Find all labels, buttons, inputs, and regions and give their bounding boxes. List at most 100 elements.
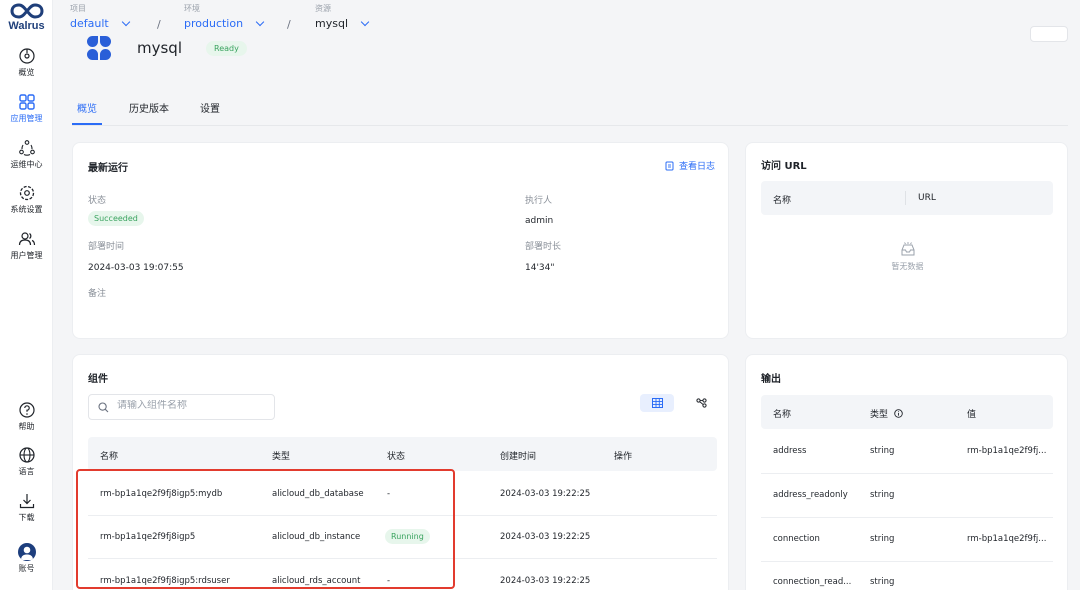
sidebar-item-label: 语言 (18, 467, 35, 476)
brand-logo[interactable]: Walrus (0, 2, 53, 32)
card-title: 访问 URL (761, 161, 807, 172)
breadcrumb-caption: 环境 (184, 4, 200, 13)
breadcrumb-environment[interactable]: 环境 production (184, 3, 265, 30)
resource-select[interactable]: mysql (315, 17, 370, 30)
column-header: 创建时间 (500, 452, 537, 462)
chevron-down-icon (121, 17, 130, 27)
latest-run-card: 最新运行 查看日志 状态 Succeeded 执行人 admin 部署时间 20… (72, 142, 729, 339)
breadcrumb-project[interactable]: 项目 default (70, 3, 130, 30)
duration-value: 14'34" (525, 263, 555, 273)
sidebar-item-help[interactable]: 帮助 (0, 401, 53, 432)
sidebar-item-system-settings[interactable]: 系统设置 (0, 184, 53, 215)
card-title: 输出 (761, 374, 781, 385)
run-status-badge: Succeeded (88, 211, 144, 226)
view-logs-link[interactable]: 查看日志 (665, 159, 715, 172)
empty-inbox-icon (901, 242, 914, 256)
row-divider (761, 517, 1053, 518)
card-title: 组件 (88, 374, 108, 385)
app-icon (87, 36, 111, 60)
column-header: 类型 (272, 452, 291, 462)
sidebar-item-label: 账号 (18, 564, 35, 573)
resource-value: mysql (315, 17, 348, 30)
dashboard-icon (18, 48, 35, 64)
empty-state: 暂无数据 (746, 242, 1069, 272)
row-divider (761, 561, 1053, 562)
topology-icon (696, 398, 707, 408)
component-created: 2024-03-03 19:22:25 (500, 532, 591, 542)
graph-view-button[interactable] (684, 394, 718, 412)
search-icon (98, 402, 109, 413)
breadcrumb-caption: 资源 (315, 4, 331, 13)
grid-icon (18, 94, 35, 110)
output-type: string (870, 446, 895, 456)
more-actions-button[interactable] (1030, 26, 1068, 42)
card-title: 最新运行 (88, 163, 128, 174)
project-select[interactable]: default (70, 17, 130, 30)
view-logs-label: 查看日志 (679, 162, 716, 172)
duration-label: 部署时长 (525, 242, 562, 252)
executor-label: 执行人 (525, 196, 553, 206)
output-type: string (870, 490, 895, 500)
users-icon (18, 232, 35, 246)
output-card: 输出 名称 类型 值 address string rm-bp1a1qe2f9f… (745, 354, 1068, 590)
help-icon (18, 402, 35, 418)
column-header: 名称 (100, 452, 119, 462)
output-name: address_readonly (773, 490, 848, 500)
walrus-logo-icon (9, 3, 44, 19)
output-name: address (773, 446, 807, 456)
tab-history[interactable]: 历史版本 (129, 100, 169, 115)
remark-label: 备注 (88, 289, 107, 299)
tab-bar: 概览 历史版本 设置 (72, 96, 1068, 126)
output-type: string (870, 534, 895, 544)
sidebar-item-download[interactable]: 下载 (0, 492, 53, 523)
column-header: 名称 (773, 196, 792, 206)
sidebar-item-account[interactable]: 账号 (0, 543, 53, 574)
sidebar-item-language[interactable]: 语言 (0, 446, 53, 477)
output-value: rm-bp1a1qe2f9fj... (967, 446, 1047, 456)
output-table-header: 名称 类型 值 (761, 395, 1053, 429)
column-divider (905, 191, 906, 205)
search-input[interactable] (117, 400, 267, 411)
row-divider (761, 473, 1053, 474)
log-file-icon (665, 161, 674, 170)
cluster-icon (18, 140, 35, 156)
column-header: 类型 (870, 407, 903, 420)
output-name: connection_read... (773, 577, 852, 587)
active-tab-indicator (72, 123, 102, 125)
sidebar-item-label: 帮助 (18, 422, 35, 431)
sidebar-item-label: 下载 (18, 513, 35, 522)
breadcrumb-caption: 项目 (70, 4, 86, 13)
sidebar: Walrus 概览 应用管理 运维中心 系统设置 用户管理 帮助 语言 下载 账… (0, 0, 53, 590)
table-icon (652, 398, 663, 408)
tab-settings[interactable]: 设置 (200, 100, 220, 115)
sidebar-item-label: 系统设置 (10, 205, 43, 214)
component-search[interactable] (88, 394, 275, 420)
settings-icon (19, 185, 34, 201)
status-badge: Ready (206, 40, 247, 56)
status-label: 状态 (88, 196, 107, 206)
globe-icon (18, 447, 35, 463)
sidebar-item-apps[interactable]: 应用管理 (0, 93, 53, 124)
output-type: string (870, 577, 895, 587)
column-header: 状态 (387, 452, 406, 462)
sidebar-item-ops[interactable]: 运维中心 (0, 139, 53, 170)
column-header: 值 (967, 410, 977, 420)
tab-overview[interactable]: 概览 (77, 100, 97, 115)
column-header: 操作 (614, 452, 633, 462)
chevron-down-icon (360, 17, 370, 27)
breadcrumb-separator: / (157, 18, 161, 31)
project-value: default (70, 17, 109, 30)
component-created: 2024-03-03 19:22:25 (500, 489, 591, 499)
table-view-button[interactable] (640, 394, 674, 412)
environment-select[interactable]: production (184, 17, 265, 30)
components-card: 组件 名称 类型 状态 创建时间 操作 rm-bp1a1qe2f9fj8igp5… (72, 354, 729, 590)
column-header: URL (918, 193, 936, 203)
empty-text: 暂无数据 (891, 262, 924, 271)
sidebar-item-users[interactable]: 用户管理 (0, 230, 53, 261)
breadcrumb-resource[interactable]: 资源 mysql (315, 3, 370, 30)
download-icon (19, 494, 34, 509)
account-icon (17, 543, 36, 561)
sidebar-item-label: 用户管理 (10, 251, 43, 260)
info-icon[interactable] (894, 409, 903, 418)
sidebar-item-overview[interactable]: 概览 (0, 47, 53, 78)
